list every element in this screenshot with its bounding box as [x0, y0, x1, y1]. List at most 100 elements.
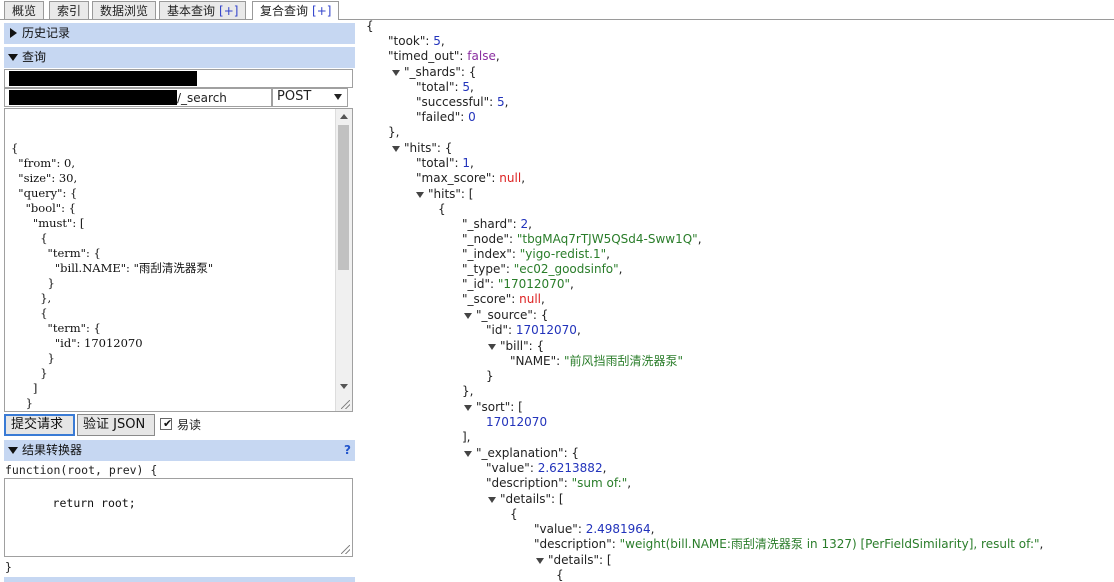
- resize-grip-icon[interactable]: [341, 545, 350, 554]
- collapse-toggle-icon[interactable]: [488, 344, 496, 350]
- path-input[interactable]: /_search: [4, 88, 272, 107]
- collapse-toggle-icon[interactable]: [464, 313, 472, 319]
- exp-value: 2.6213882: [537, 461, 603, 475]
- submit-request-button[interactable]: 提交请求: [4, 414, 75, 436]
- query-body-line: "from": 0,: [11, 156, 75, 170]
- bill-name-value: "前风挡雨刮清洗器泵": [564, 354, 684, 368]
- transformer-closing: }: [5, 560, 12, 574]
- collapse-toggle-icon[interactable]: [392, 146, 400, 152]
- redacted-block: [9, 71, 197, 86]
- query-body-line: "query": {: [11, 186, 78, 200]
- json-source: "_source": {: [476, 308, 549, 322]
- query-body-line: "bill.NAME": "雨刮清洗器泵": [11, 261, 214, 275]
- json-close: },: [388, 125, 400, 139]
- json-shards-failed: "failed": 0: [416, 110, 476, 124]
- json-took: "took": 5,: [388, 34, 445, 48]
- score-value: null: [519, 292, 542, 306]
- transformer-signature: function(root, prev) {: [5, 463, 158, 477]
- query-body-line: },: [11, 291, 52, 305]
- json-id: "_id": "17012070",: [462, 277, 574, 291]
- collapsed-triangle-icon: [10, 28, 17, 38]
- history-section-header[interactable]: 历史记录: [4, 23, 355, 44]
- collapse-toggle-icon[interactable]: [416, 192, 424, 198]
- json-brace: {: [556, 568, 564, 582]
- collapse-toggle-icon[interactable]: [392, 70, 400, 76]
- query-body-line: "term": {: [11, 246, 101, 260]
- transformer-editor[interactable]: return root;: [4, 478, 353, 557]
- collapse-toggle-icon[interactable]: [488, 497, 496, 503]
- pretty-checkbox[interactable]: ✔: [160, 418, 172, 430]
- resize-grip-icon[interactable]: [341, 400, 350, 409]
- path-suffix: /_search: [177, 91, 227, 105]
- transformer-body: return root;: [38, 496, 136, 510]
- collapse-toggle-icon[interactable]: [464, 451, 472, 457]
- tab-bar: 概览 索引 数据浏览 基本查询 [+] 复合查询 [+]: [0, 0, 1114, 20]
- expanded-triangle-icon: [8, 54, 18, 61]
- tab-overview[interactable]: 概览: [4, 1, 45, 19]
- next-section-header[interactable]: [4, 577, 355, 582]
- json-sort: "sort": [: [476, 400, 523, 414]
- query-body-line: {: [11, 141, 19, 155]
- validate-json-label: 验证 JSON: [83, 417, 146, 432]
- query-panel: 历史记录 查询 /_search POST { "from": 0, "size…: [0, 20, 356, 582]
- query-body-line: {: [11, 231, 48, 245]
- json-timed-out: "timed_out": false,: [388, 49, 500, 63]
- validate-json-button[interactable]: 验证 JSON: [77, 414, 155, 436]
- query-body-line: {: [11, 306, 48, 320]
- transformer-section-header[interactable]: 结果转换器 ?: [4, 440, 355, 461]
- collapse-toggle-icon[interactable]: [536, 558, 544, 564]
- transformer-title: 结果转换器: [22, 443, 83, 457]
- id-value: "17012070": [497, 277, 570, 291]
- json-brace: {: [438, 202, 446, 216]
- query-body-line: }: [11, 351, 55, 365]
- json-close: },: [462, 384, 474, 398]
- scroll-up-icon[interactable]: [340, 114, 348, 119]
- tab-basic-query-label: 基本查询: [167, 4, 216, 18]
- query-body-line: }: [11, 396, 33, 410]
- tab-compound-query[interactable]: 复合查询 [+]: [252, 1, 340, 20]
- json-type: "_type": "ec02_goodsinfo",: [462, 262, 623, 276]
- method-select[interactable]: POST: [272, 88, 348, 107]
- help-icon[interactable]: ?: [344, 440, 351, 461]
- tab-basic-query-plus[interactable]: [+]: [219, 4, 238, 18]
- check-icon: ✔: [163, 417, 173, 430]
- tab-overview-label: 概览: [12, 4, 37, 18]
- max-score-value: null: [499, 171, 522, 185]
- json-score: "_score": null,: [462, 292, 545, 306]
- query-body-line: },: [11, 411, 352, 412]
- query-body-line: "term": {: [11, 321, 101, 335]
- json-shards-successful: "successful": 5,: [416, 95, 509, 109]
- editor-scrollbar[interactable]: [335, 109, 352, 411]
- query-section-header[interactable]: 查询: [4, 47, 355, 68]
- chevron-down-icon: [334, 94, 342, 100]
- tab-basic-query[interactable]: 基本查询 [+]: [159, 1, 247, 19]
- timed-out-value: false: [467, 49, 496, 63]
- json-details: "details": [: [500, 492, 564, 506]
- scroll-down-icon[interactable]: [340, 384, 348, 389]
- query-body-line: "id": 17012070: [11, 336, 143, 350]
- json-brace: {: [510, 507, 518, 521]
- json-shards: "_shards": {: [404, 65, 477, 79]
- query-body-line: "must": [: [11, 216, 85, 230]
- tab-compound-query-plus[interactable]: [+]: [312, 4, 331, 18]
- json-hits-array: "hits": [: [428, 187, 474, 201]
- query-body-editor[interactable]: { "from": 0, "size": 30, "query": { "boo…: [4, 108, 353, 412]
- scroll-thumb[interactable]: [338, 125, 349, 270]
- index-value: "yigo-redist.1": [519, 247, 607, 261]
- json-shard: "_shard": 2,: [462, 217, 532, 231]
- json-nested-details: "details": [: [548, 553, 612, 567]
- tab-browser[interactable]: 数据浏览: [92, 1, 157, 19]
- json-shards-total: "total": 5,: [416, 80, 474, 94]
- expanded-triangle-icon: [8, 447, 18, 454]
- json-exp-value: "value": 2.6213882,: [486, 461, 607, 475]
- server-url-input[interactable]: [4, 69, 353, 88]
- json-close: }: [486, 369, 494, 383]
- tab-compound-query-label: 复合查询: [260, 4, 309, 18]
- took-value: 5: [433, 34, 441, 48]
- json-source-id: "id": 17012070,: [486, 323, 581, 337]
- shards-failed-value: 0: [468, 110, 476, 124]
- query-body-line: }: [11, 276, 55, 290]
- detail-description-value: "weight(bill.NAME:雨刮清洗器泵 in 1327) [PerFi…: [619, 537, 1040, 551]
- collapse-toggle-icon[interactable]: [464, 405, 472, 411]
- tab-indices[interactable]: 索引: [49, 1, 90, 19]
